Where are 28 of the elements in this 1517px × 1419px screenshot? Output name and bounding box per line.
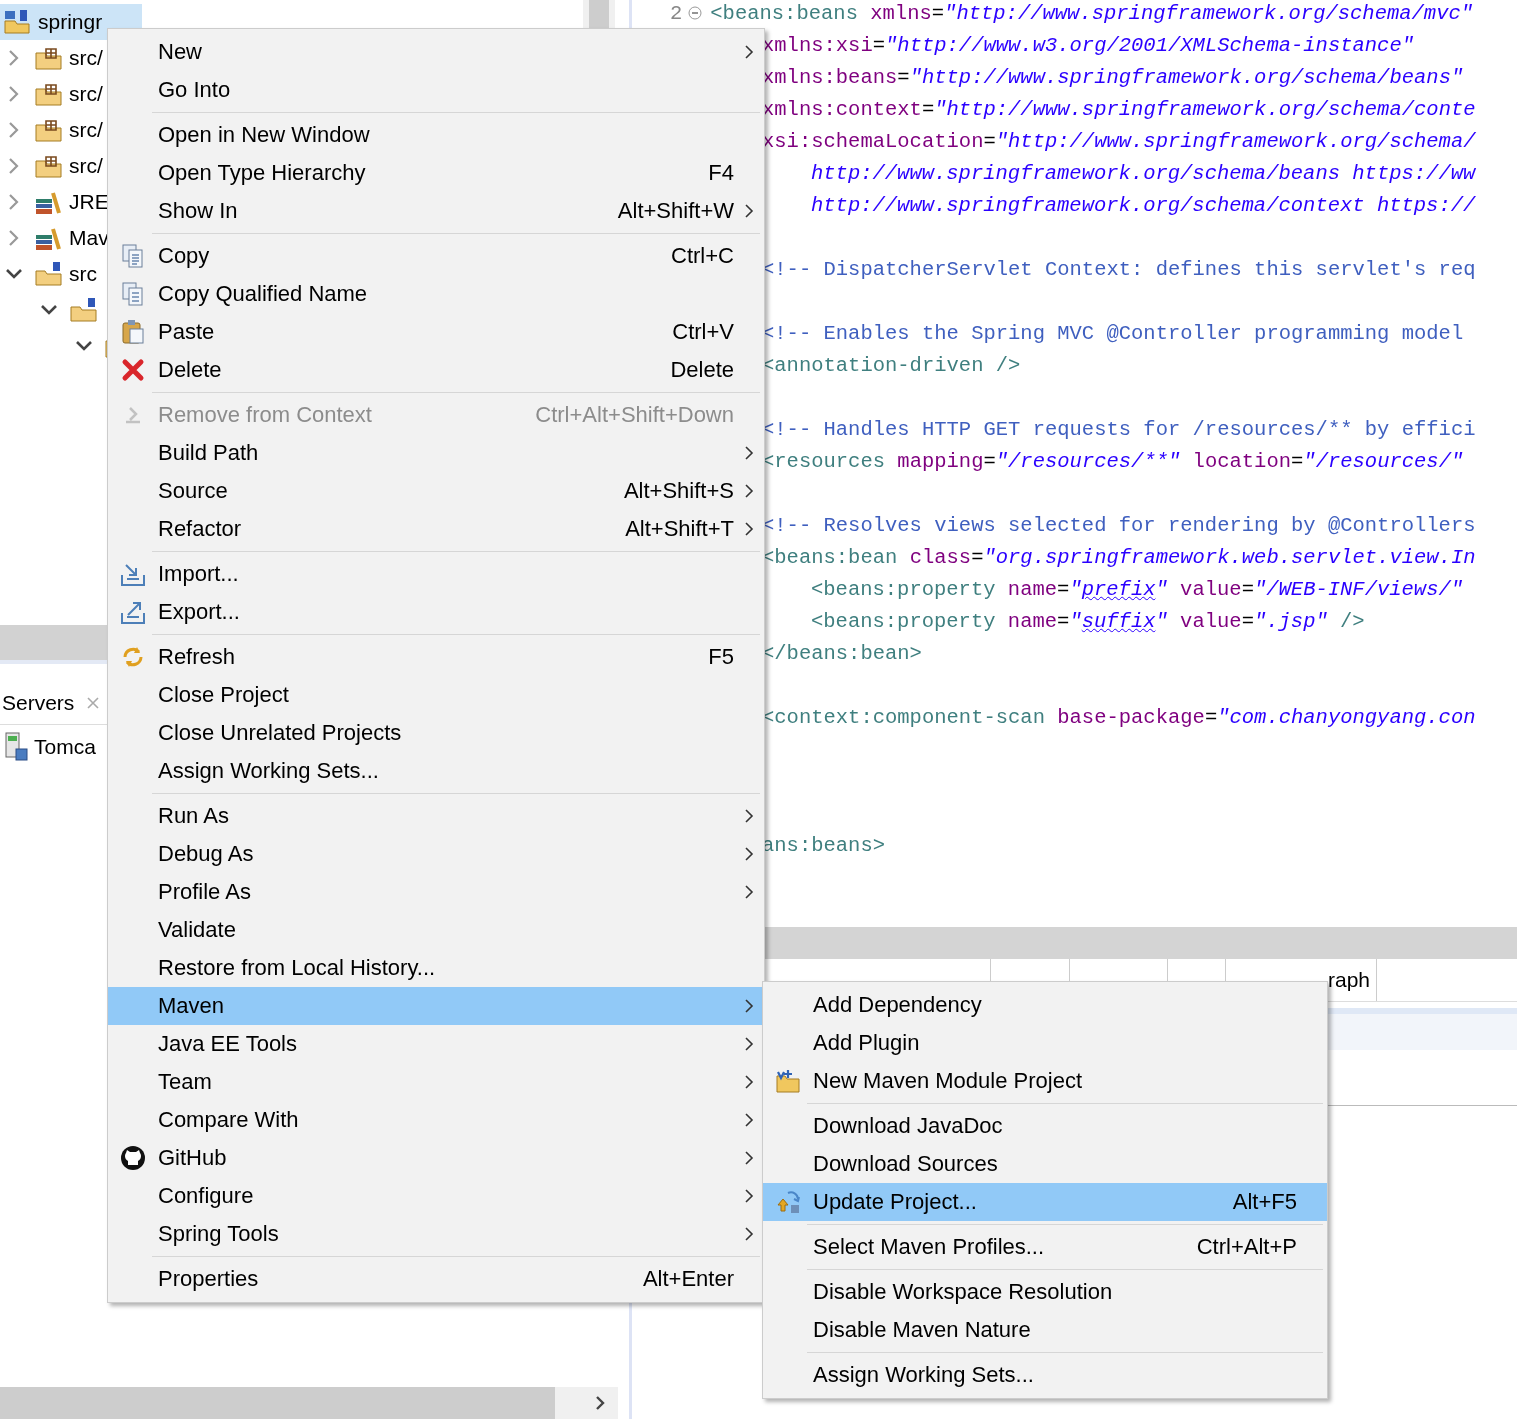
- code-line: <beans:property name="prefix" value="/WEB-INF/views/": [810, 577, 1464, 601]
- code-line: xmlns:xsi="http://www.w3.org/2001/XMLSchema-instance": [762, 33, 1415, 57]
- shortcut-label: Delete: [670, 357, 734, 383]
- shortcut-label: Ctrl+V: [672, 319, 734, 345]
- code-line: xmlns:context="http://www.springframework.org/schema/conte: [762, 97, 1476, 121]
- code-line: <beans:beans xmlns="http://www.springframework.org/schema/mvc": [710, 1, 1474, 25]
- shortcut-label: F5: [708, 644, 734, 670]
- shortcut-label: Alt+Shift+T: [625, 516, 734, 542]
- shortcut-label: F4: [708, 160, 734, 186]
- shortcut-label: Ctrl+C: [671, 243, 734, 269]
- code-line: xmlns:beans="http://www.springframework.org/schema/beans": [762, 65, 1464, 89]
- shortcut-label: Alt+Enter: [642, 1266, 734, 1292]
- code-line: xsi:schemaLocation="http://www.springframework.org/schema/: [762, 129, 1476, 153]
- shortcut-label: Alt+Shift+S: [623, 478, 734, 504]
- code-line: <beans:property name="suffix" value=".jsp" />: [810, 609, 1365, 633]
- shortcut-label: Ctrl+Alt+Shift+Down: [535, 402, 734, 428]
- code-line: <resources mapping="/resources/**" location="/resources/": [762, 449, 1464, 473]
- code-line: http://www.springframework.org/schema/context https://: [810, 193, 1476, 217]
- code-line: <beans:bean class="org.springframework.web.servlet.view.In: [762, 545, 1476, 569]
- shortcut-label: Ctrl+Alt+P: [1196, 1234, 1297, 1260]
- code-line: <annotation-driven />: [762, 353, 1021, 377]
- code-line: http://www.springframework.org/schema/beans https://ww: [810, 161, 1476, 185]
- shortcut-label: Alt+F5: [1232, 1189, 1297, 1215]
- code-line: </beans:bean>: [762, 641, 922, 665]
- code-line: ans:beans>: [762, 833, 886, 857]
- line-number: 2: [670, 1, 683, 25]
- code-line: <context:component-scan base-package="com.chanyongyang.con: [762, 705, 1476, 729]
- shortcut-label: Alt+Shift+W: [617, 198, 734, 224]
